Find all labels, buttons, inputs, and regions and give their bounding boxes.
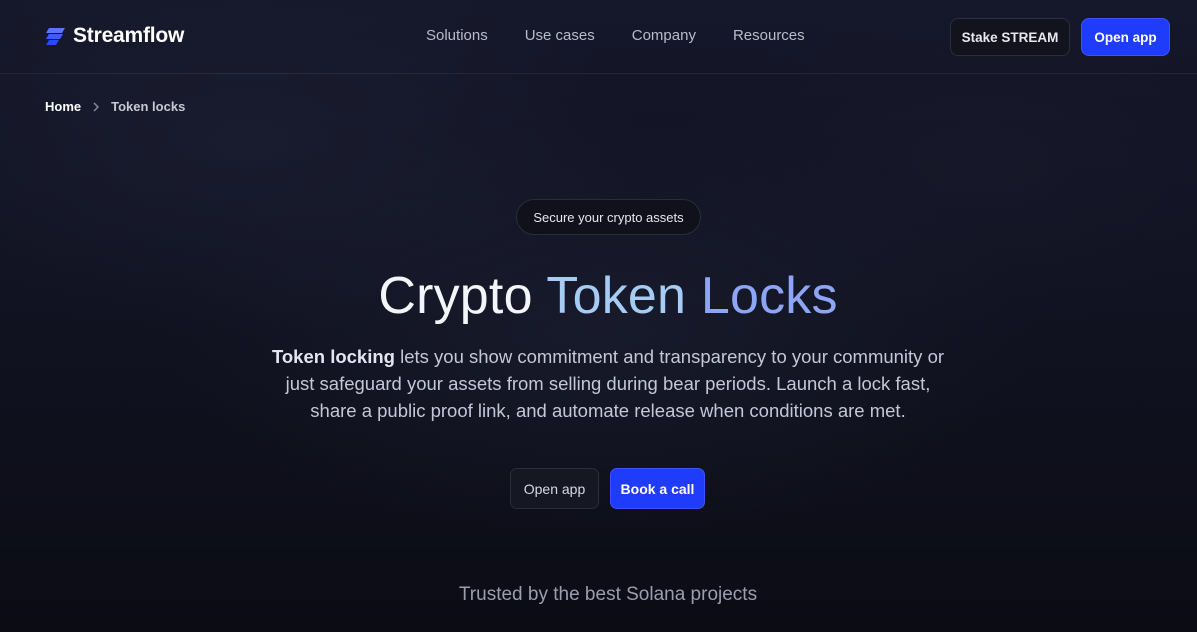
nav-solutions[interactable]: Solutions [426, 27, 488, 44]
chevron-right-icon [93, 102, 100, 111]
logo[interactable]: Streamflow [45, 24, 184, 48]
breadcrumb: Home Token locks [45, 99, 185, 114]
book-call-button[interactable]: Book a call [610, 468, 705, 509]
hero-description: Token locking lets you show commitment a… [262, 343, 954, 424]
hero-title: Crypto Token Locks [0, 266, 1197, 326]
streamflow-logo-icon [46, 28, 65, 45]
nav-resources[interactable]: Resources [733, 27, 805, 44]
hero-title-word-3: Locks [700, 267, 838, 325]
hero-description-bold: Token locking [271, 346, 395, 367]
nav-company[interactable]: Company [632, 27, 696, 44]
header-open-app-button[interactable]: Open app [1081, 18, 1170, 56]
hero-title-word-2: Token [546, 267, 687, 325]
stake-stream-button[interactable]: Stake STREAM [950, 18, 1070, 56]
main-nav: Solutions Use cases Company Resources [426, 27, 805, 44]
nav-use-cases[interactable]: Use cases [525, 27, 595, 44]
logo-text: Streamflow [73, 24, 185, 47]
site-header: Streamflow Solutions Use cases Company R… [0, 0, 1197, 74]
breadcrumb-home[interactable]: Home [45, 99, 81, 114]
hero-tag-pill: Secure your crypto assets [516, 199, 701, 235]
page: Streamflow Solutions Use cases Company R… [0, 0, 1197, 632]
hero-title-word-1: Crypto [378, 267, 533, 325]
breadcrumb-current: Token locks [111, 99, 186, 114]
trusted-by-heading: Trusted by the best Solana projects [458, 584, 758, 605]
hero-open-app-button[interactable]: Open app [510, 468, 599, 509]
